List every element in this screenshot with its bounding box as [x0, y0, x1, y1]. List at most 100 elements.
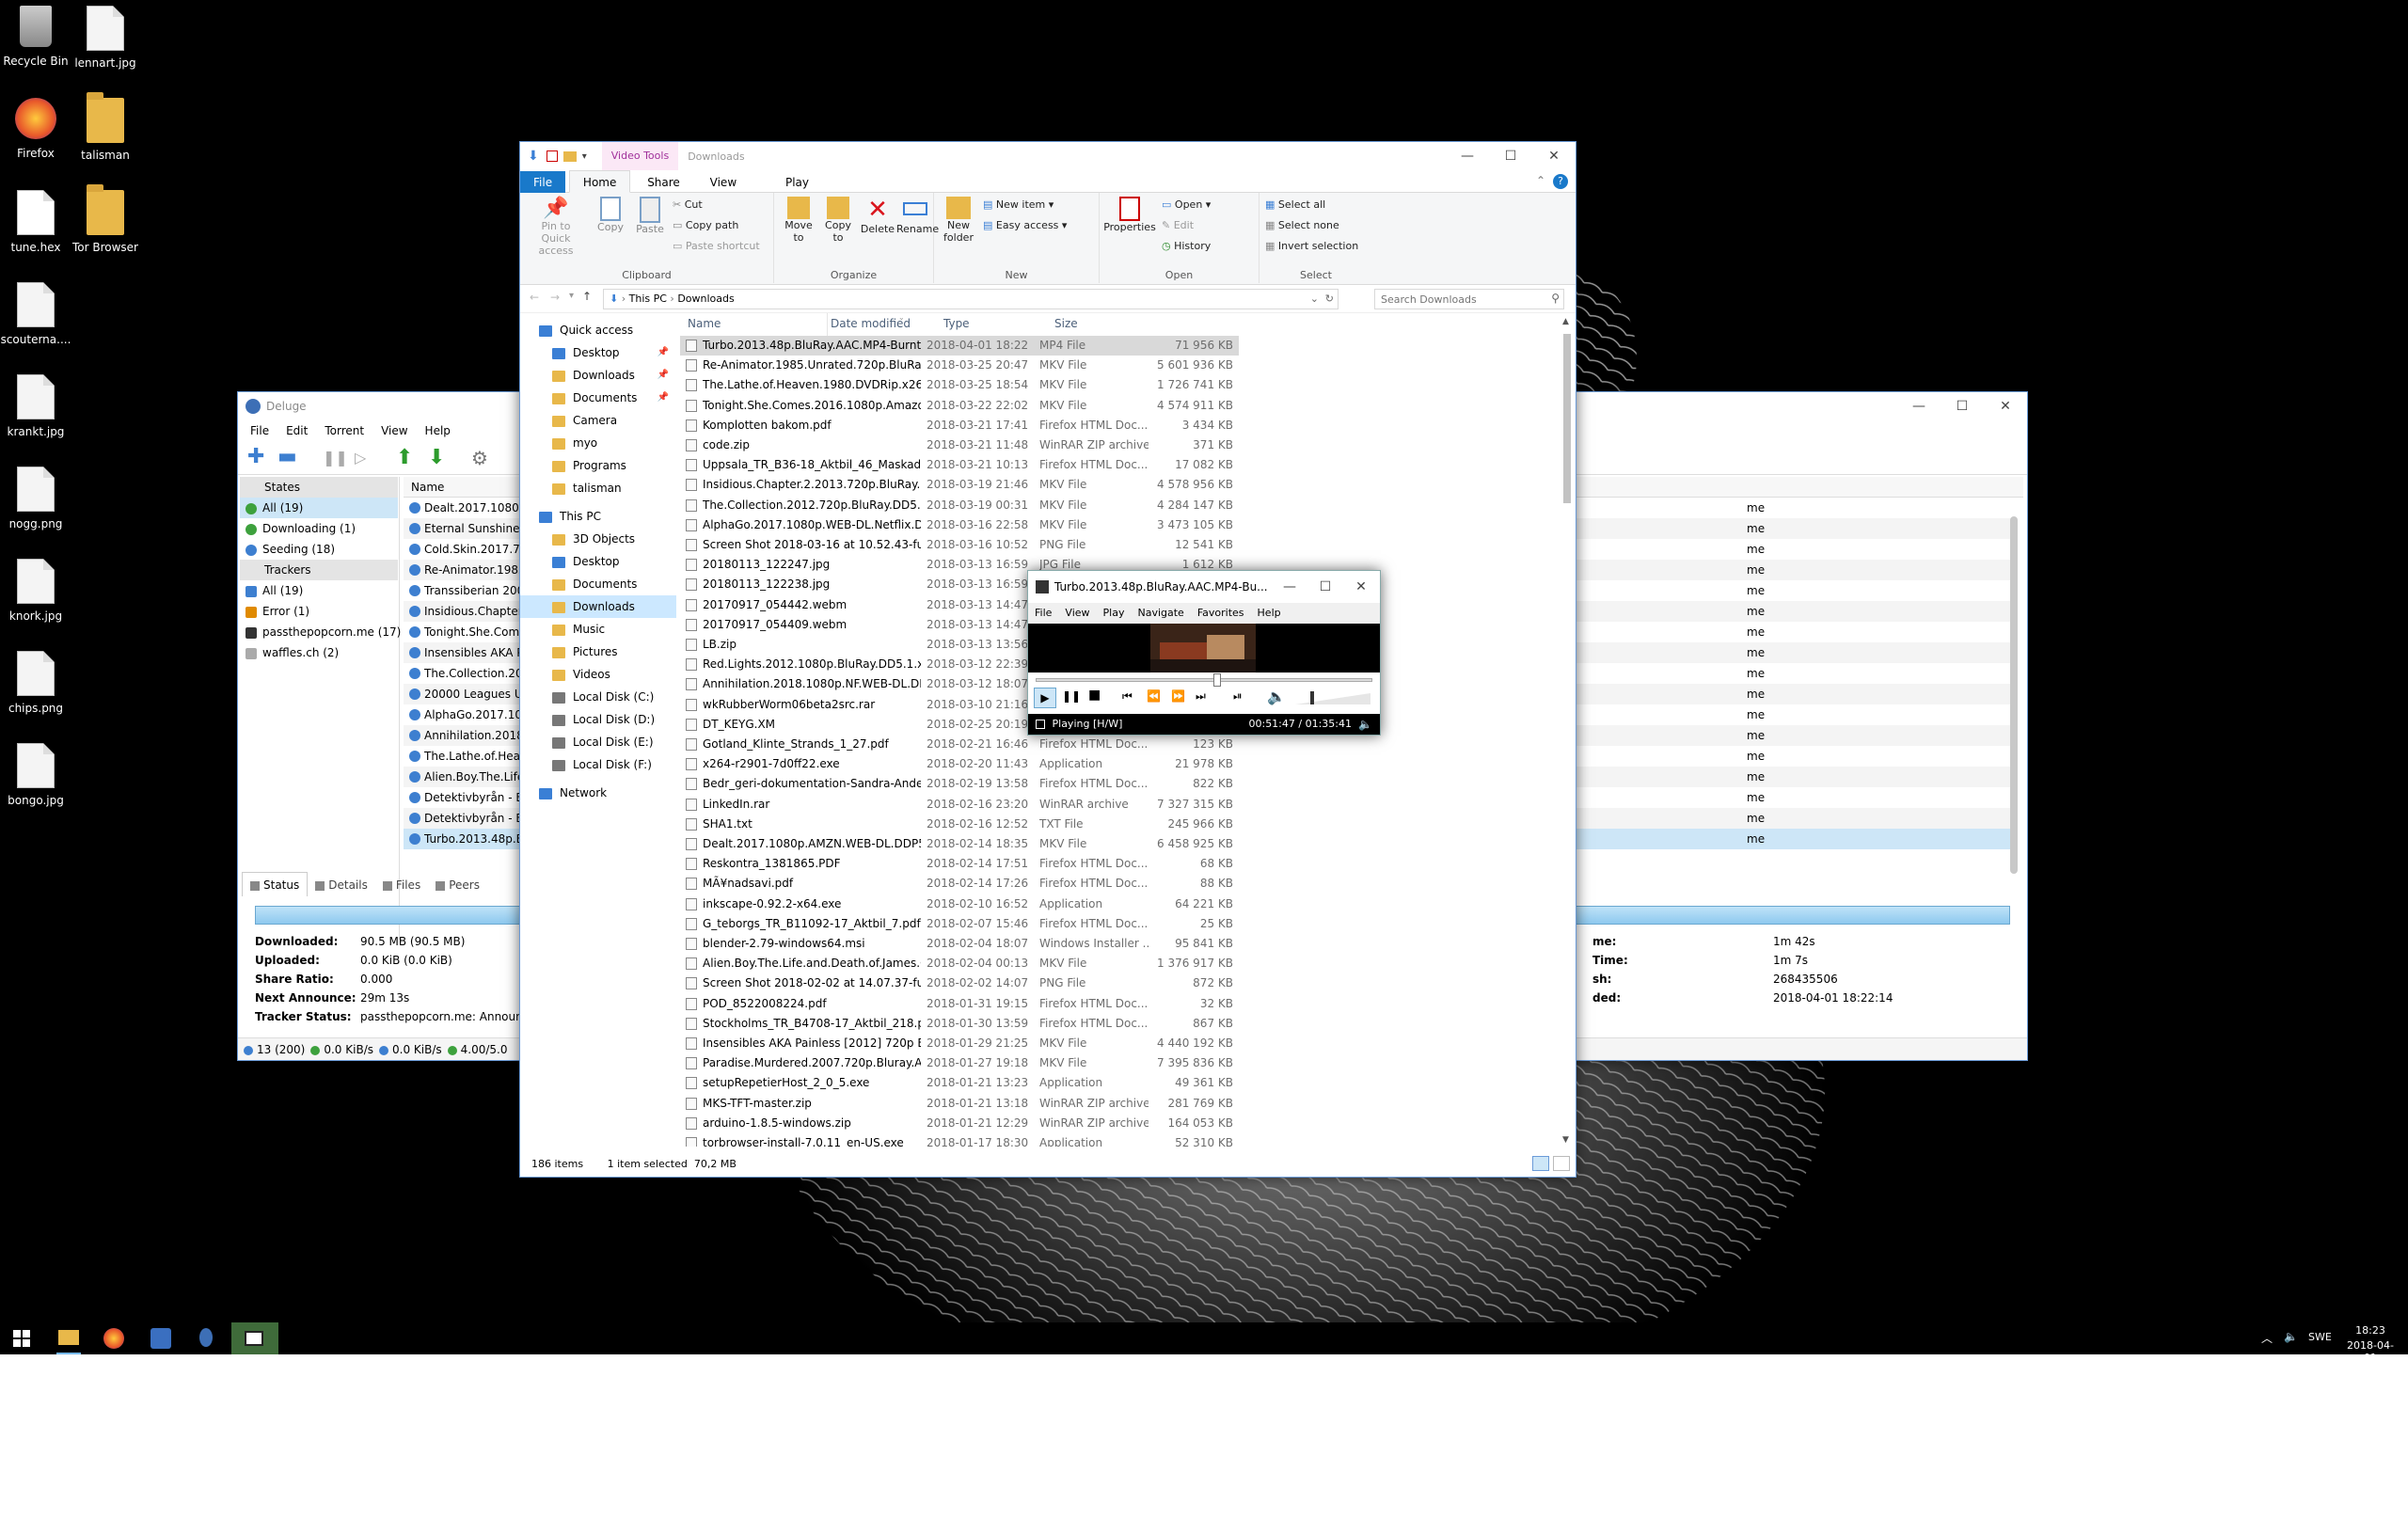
back-icon[interactable]: ←: [530, 291, 539, 304]
large-icons-view-icon[interactable]: [1553, 1156, 1570, 1171]
file-row[interactable]: arduino-1.8.5-windows.zip 2018-01-21 12:2…: [680, 1114, 1239, 1133]
desktop-icon[interactable]: chips.png: [0, 651, 71, 715]
language-indicator[interactable]: SWE: [2308, 1331, 2332, 1343]
tab-file[interactable]: File: [520, 171, 566, 194]
file-row[interactable]: Komplotten bakom.pdf 2018-03-21 17:41 Fire…: [680, 416, 1239, 435]
file-row[interactable]: Turbo.2013.48p.BluRay.AAC.MP4-BurntP... 2…: [680, 336, 1239, 356]
add-torrent-icon[interactable]: ✚: [247, 447, 264, 467]
nav-item[interactable]: Downloads 📌: [520, 364, 676, 387]
delete-button[interactable]: ✕ Delete: [859, 197, 896, 235]
file-row[interactable]: setupRepetierHost_2_0_5.exe 2018-01-21 13…: [680, 1073, 1239, 1093]
volume-tray-icon[interactable]: 🔈: [2284, 1330, 2298, 1343]
file-row[interactable]: Bedr_geri-dokumentation-Sandra-Ander... 2…: [680, 774, 1239, 794]
tab-share[interactable]: Share: [634, 171, 693, 194]
column-size[interactable]: Size: [1054, 317, 1078, 330]
stop-button[interactable]: ■: [1088, 688, 1101, 703]
paste-shortcut-button[interactable]: ▭ Paste shortcut: [673, 240, 760, 252]
explorer-titlebar[interactable]: ⬇ ▾ Video Tools Downloads: [520, 142, 1576, 170]
nav-item[interactable]: talisman: [520, 477, 676, 499]
nav-item[interactable]: Local Disk (E:): [520, 731, 676, 753]
deluge-maximize-button[interactable]: ☐: [1941, 392, 1984, 420]
file-row[interactable]: Tonight.She.Comes.2016.1080p.Amazon.... 2…: [680, 396, 1239, 416]
player-close-button[interactable]: ✕: [1344, 571, 1378, 603]
file-row[interactable]: Dealt.2017.1080p.AMZN.WEB-DL.DDP5.1.... 2…: [680, 834, 1239, 854]
edit-button[interactable]: ✎ Edit: [1162, 219, 1194, 231]
nav-item[interactable]: Local Disk (C:): [520, 686, 676, 708]
volume-thumb[interactable]: [1310, 691, 1314, 704]
tab-home[interactable]: Home: [568, 170, 631, 193]
up-icon[interactable]: ↑: [582, 290, 592, 303]
resume-icon[interactable]: ▷: [355, 449, 366, 467]
desktop-icon[interactable]: krankt.jpg: [0, 374, 71, 438]
tracker-item[interactable]: waffles.ch (2): [246, 642, 339, 663]
file-row[interactable]: Gotland_Klinte_Strands_1_27.pdf 2018-02-2…: [680, 735, 1239, 754]
rename-button[interactable]: Rename: [896, 197, 939, 235]
refresh-icon[interactable]: ↻: [1325, 290, 1334, 309]
seek-bar[interactable]: [1036, 673, 1372, 687]
show-hidden-icons-icon[interactable]: ︿: [2261, 1330, 2273, 1346]
nav-item[interactable]: Pictures: [520, 641, 676, 663]
state-item[interactable]: All (19): [240, 498, 398, 518]
breadcrumb-downloads[interactable]: Downloads: [677, 293, 734, 305]
pin-quick-access-button[interactable]: 📌 Pin to Quick access: [526, 197, 586, 257]
copy-button[interactable]: Copy: [592, 197, 629, 233]
fast-forward-button[interactable]: ⏩: [1171, 689, 1185, 703]
file-row[interactable]: x264-r2901-7d0ff22.exe 2018-02-20 11:43 Ap…: [680, 754, 1239, 774]
file-row[interactable]: The.Collection.2012.720p.BluRay.DD5.1.x.…: [680, 496, 1239, 515]
desktop-icon[interactable]: Tor Browser: [70, 184, 141, 254]
clock-date[interactable]: 2018-04-01: [2342, 1339, 2399, 1354]
deluge-taskbar-icon[interactable]: [199, 1328, 213, 1347]
file-row[interactable]: POD_8522008224.pdf 2018-01-31 19:15 Firefo…: [680, 994, 1239, 1014]
select-none-button[interactable]: ▦ Select none: [1265, 219, 1339, 231]
file-row[interactable]: code.zip 2018-03-21 11:48 WinRAR ZIP archi…: [680, 435, 1239, 455]
network-app-taskbar-icon[interactable]: [150, 1328, 171, 1349]
file-row[interactable]: Stockholms_TR_B4708-17_Aktbil_218.pdf 201…: [680, 1014, 1239, 1034]
queue-down-icon[interactable]: ⬇: [428, 446, 445, 469]
deluge-tab-files[interactable]: Files: [375, 873, 428, 897]
desktop-icon[interactable]: talisman: [70, 92, 141, 162]
statusbar-item[interactable]: 0.0 KiB/s: [310, 1038, 373, 1060]
scrollbar-thumb[interactable]: [1563, 334, 1571, 503]
file-row[interactable]: Insidious.Chapter.2.2013.720p.BluRay.DD.…: [680, 475, 1239, 495]
file-row[interactable]: Screen Shot 2018-02-02 at 14.07.37-fullp…: [680, 973, 1239, 993]
open-button[interactable]: ▭ Open ▾: [1162, 198, 1211, 211]
firefox-taskbar-icon[interactable]: [103, 1328, 124, 1349]
column-type[interactable]: Type: [943, 317, 970, 330]
player-menu-play[interactable]: Play: [1097, 603, 1132, 624]
deluge-tab-details[interactable]: Details: [308, 873, 375, 897]
nav-item[interactable]: Documents: [520, 573, 676, 595]
tracker-item[interactable]: All (19): [246, 580, 303, 601]
easy-access-button[interactable]: ▤ Easy access ▾: [983, 219, 1067, 231]
tab-view[interactable]: View: [697, 171, 750, 194]
nav-item[interactable]: Desktop: [520, 550, 676, 573]
paste-button[interactable]: Paste: [631, 197, 669, 235]
next-button[interactable]: ⏭: [1196, 689, 1206, 704]
queue-up-icon[interactable]: ⬆: [396, 446, 413, 469]
tracker-item[interactable]: passthepopcorn.me (17): [246, 622, 401, 642]
move-to-button[interactable]: Move to: [782, 197, 816, 244]
new-folder-qat-icon[interactable]: [562, 150, 577, 162]
tracker-item[interactable]: Error (1): [246, 601, 309, 622]
file-row[interactable]: LinkedIn.rar 2018-02-16 23:20 WinRAR archi…: [680, 795, 1239, 815]
file-row[interactable]: Re-Animator.1985.Unrated.720p.BluRay....…: [680, 356, 1239, 375]
address-dropdown-icon[interactable]: ⌄: [1310, 290, 1319, 309]
column-name[interactable]: Name: [688, 317, 721, 330]
desktop-icon[interactable]: bongo.jpg: [0, 743, 71, 807]
state-item[interactable]: Downloading (1): [246, 518, 356, 539]
search-icon[interactable]: ⚲: [1551, 292, 1560, 305]
help-icon[interactable]: ?: [1553, 174, 1568, 189]
explorer-minimize-button[interactable]: —: [1446, 142, 1489, 170]
file-row[interactable]: AlphaGo.2017.1080p.WEB-DL.Netflix.DD5...…: [680, 515, 1239, 535]
nav-item[interactable]: Quick access: [520, 319, 676, 341]
deluge-close-button[interactable]: ✕: [1984, 392, 2027, 420]
nav-item[interactable]: Local Disk (F:): [520, 753, 676, 776]
player-menu-favorites[interactable]: Favorites: [1191, 603, 1251, 624]
nav-item[interactable]: Desktop 📌: [520, 341, 676, 364]
desktop-icon[interactable]: Firefox: [0, 98, 71, 160]
file-list-scrollbar[interactable]: ▲ ▼: [1560, 317, 1574, 1145]
desktop-icon[interactable]: tune.hex: [0, 190, 71, 254]
file-row[interactable]: G_teborgs_TR_B11092-17_Aktbil_7.pdf 2018-…: [680, 914, 1239, 934]
qat-dropdown-icon[interactable]: ▾: [582, 151, 587, 162]
pause-button[interactable]: ❚❚: [1062, 689, 1081, 703]
copy-to-button[interactable]: Copy to: [821, 197, 855, 244]
